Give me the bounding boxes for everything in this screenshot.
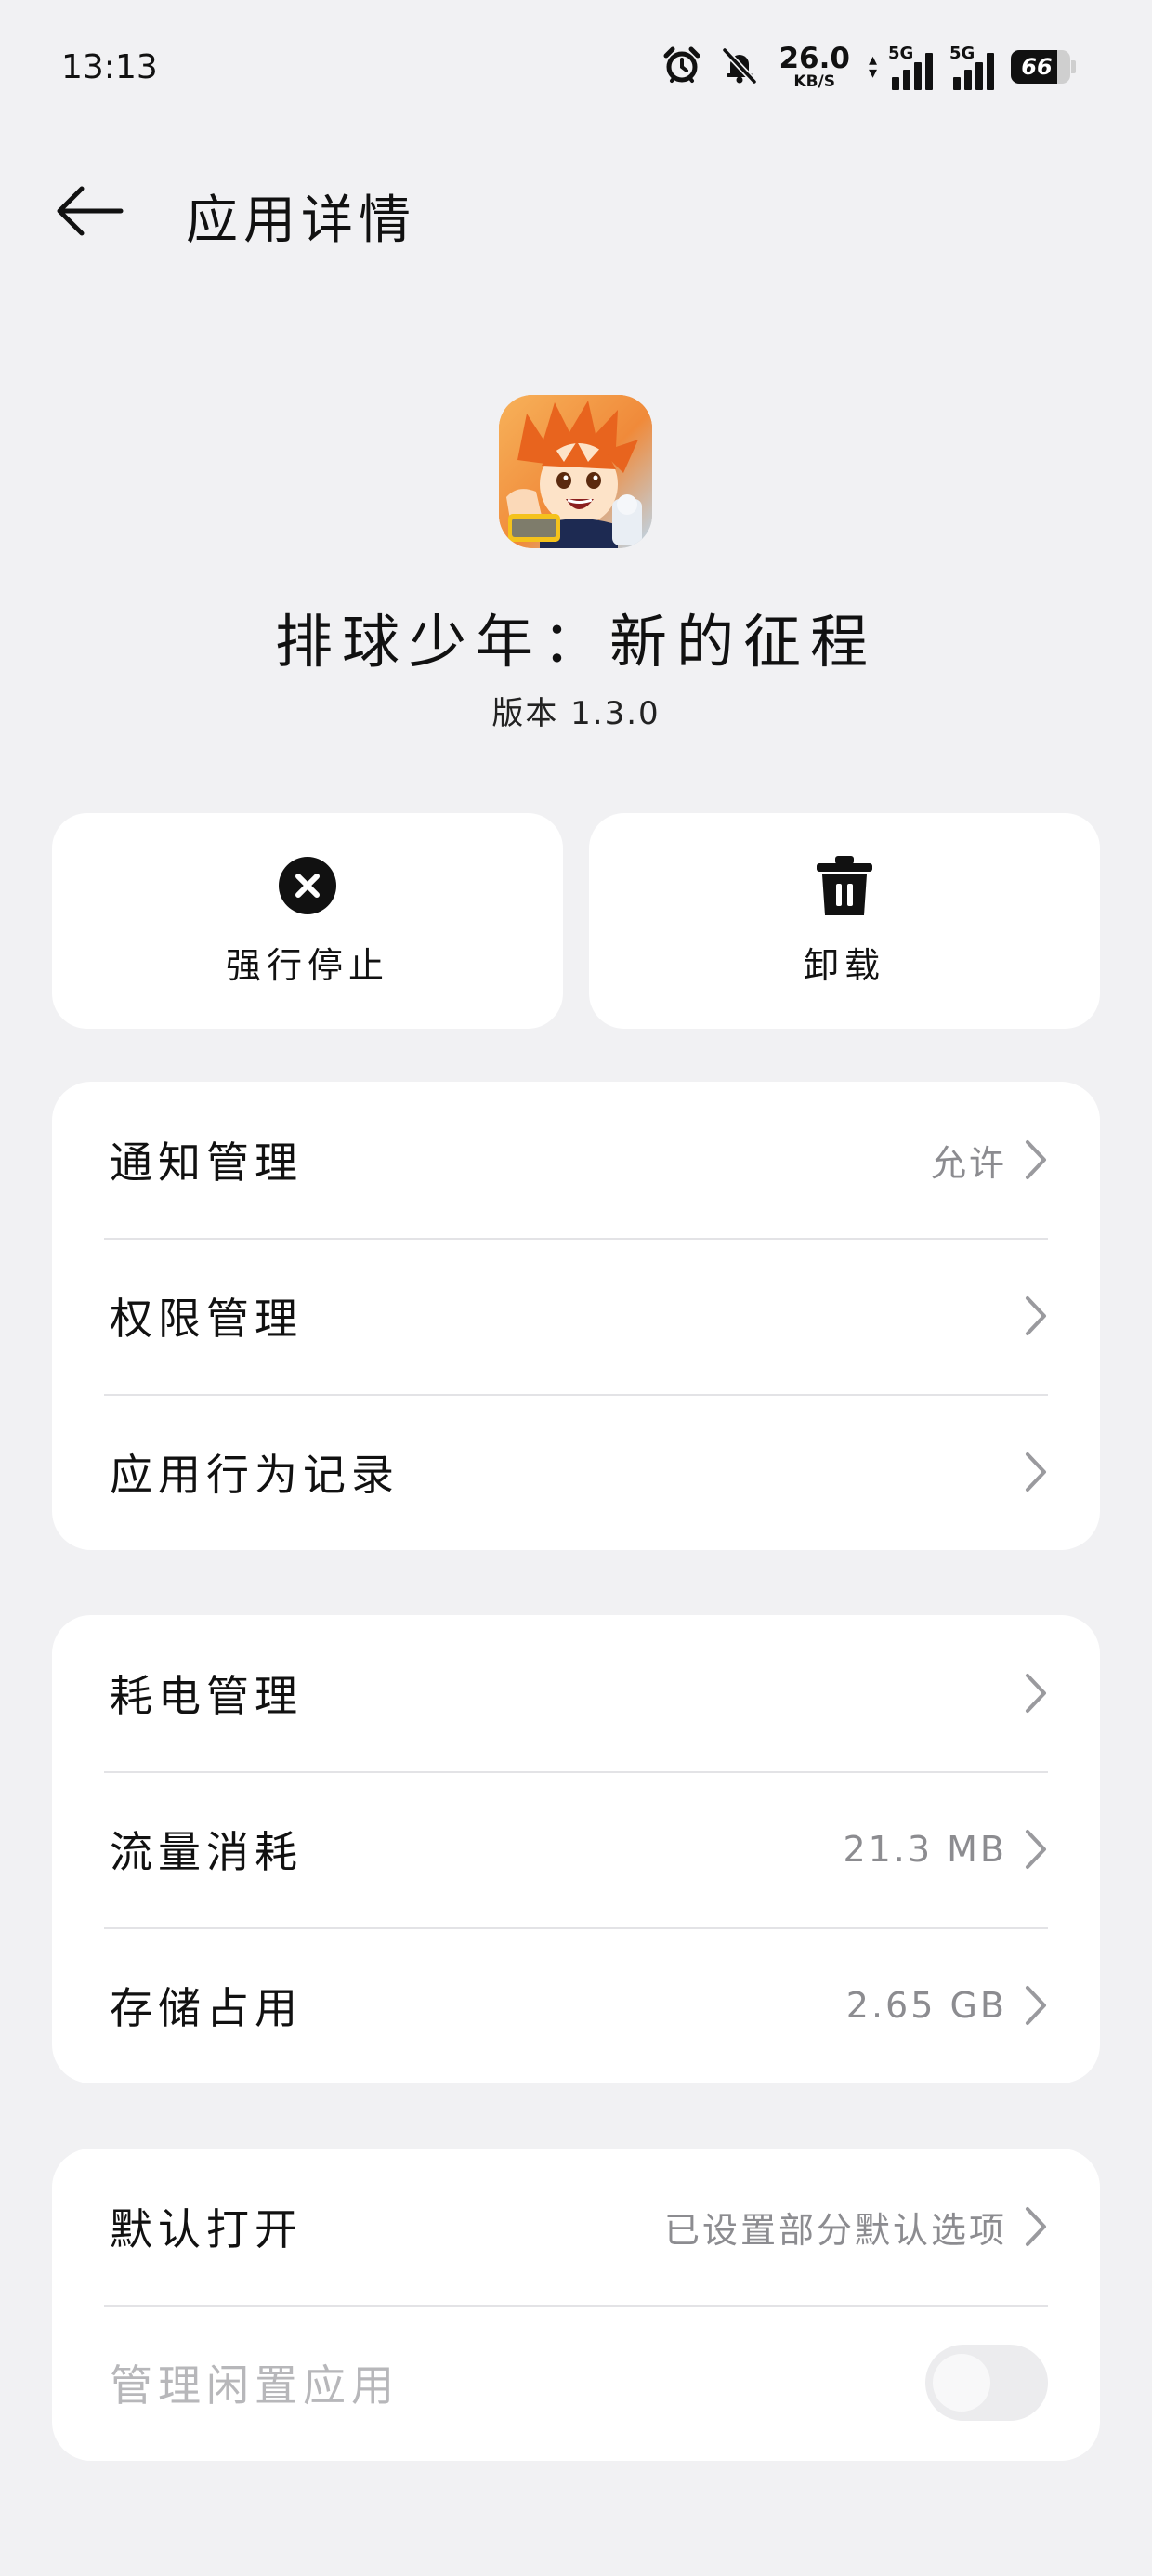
uninstall-button[interactable]: 卸载 — [589, 813, 1100, 1029]
data-usage-row[interactable]: 流量消耗 21.3 MB — [52, 1771, 1100, 1927]
chevron-right-icon — [1022, 1449, 1050, 1495]
chevron-right-icon — [1022, 2203, 1050, 2250]
sim1-network-tag: 5G — [888, 44, 914, 63]
app-behavior-log-row[interactable]: 应用行为记录 — [52, 1394, 1100, 1550]
row-label: 管理闲置应用 — [110, 2360, 399, 2411]
app-icon — [499, 395, 652, 548]
header: 应用详情 — [0, 158, 1152, 269]
storage-usage-row[interactable]: 存储占用 2.65 GB — [52, 1927, 1100, 2083]
manage-idle-app-row: 管理闲置应用 — [52, 2305, 1100, 2461]
chevron-right-icon — [1022, 1137, 1050, 1183]
chevron-right-icon — [1022, 1670, 1050, 1716]
back-button[interactable] — [52, 180, 126, 245]
idle-app-toggle[interactable] — [925, 2345, 1048, 2421]
net-speed-value: 26.0 — [779, 41, 850, 75]
close-circle-icon — [277, 855, 338, 916]
net-speed-unit: KB/S — [793, 72, 835, 91]
row-label: 流量消耗 — [110, 1827, 303, 1877]
net-speed: 26.0 KB/S — [779, 41, 850, 91]
mute-bell-icon — [719, 45, 760, 89]
battery-management-row[interactable]: 耗电管理 — [52, 1615, 1100, 1771]
row-label: 默认打开 — [110, 2204, 303, 2254]
chevron-right-icon — [1022, 1293, 1050, 1339]
status-icons: 26.0 KB/S ▴ ▾ 5G 5G 66 — [661, 39, 1078, 95]
trash-icon — [814, 855, 875, 916]
settings-group-2: 耗电管理 流量消耗 21.3 MB 存储占用 2.65 GB — [52, 1615, 1100, 2083]
status-bar: 13:13 26.0 KB/S ▴ ▾ 5G 5G 66 — [0, 0, 1152, 139]
row-value: 21.3 MB — [843, 1829, 1007, 1870]
chevron-right-icon — [1022, 1826, 1050, 1873]
toggle-knob — [933, 2354, 990, 2412]
row-value: 允许 — [930, 1142, 1007, 1184]
page-title: 应用详情 — [186, 191, 416, 251]
settings-group-3: 默认打开 已设置部分默认选项 管理闲置应用 — [52, 2149, 1100, 2461]
sim2-network-tag: 5G — [949, 44, 975, 63]
row-label: 权限管理 — [110, 1294, 303, 1344]
back-arrow-icon — [54, 183, 124, 243]
row-label: 通知管理 — [110, 1137, 303, 1188]
row-label: 存储占用 — [110, 1983, 303, 2033]
notification-management-row[interactable]: 通知管理 允许 — [52, 1082, 1100, 1238]
chevron-right-icon — [1022, 1982, 1050, 2029]
data-arrows-icon: ▴ ▾ — [868, 50, 877, 83]
row-label: 耗电管理 — [110, 1671, 303, 1721]
signal-icon-sim1: 5G — [888, 44, 933, 90]
status-time: 13:13 — [61, 48, 158, 86]
row-value: 2.65 GB — [845, 1985, 1007, 2026]
force-stop-button[interactable]: 强行停止 — [52, 813, 563, 1029]
app-name: 排球少年：新的征程 — [274, 608, 877, 676]
force-stop-label: 强行停止 — [225, 944, 389, 986]
settings-group-1: 通知管理 允许 权限管理 应用行为记录 — [52, 1082, 1100, 1550]
permission-management-row[interactable]: 权限管理 — [52, 1238, 1100, 1394]
uninstall-label: 卸载 — [803, 944, 885, 986]
battery-level: 66 — [1021, 54, 1053, 80]
default-open-row[interactable]: 默认打开 已设置部分默认选项 — [52, 2149, 1100, 2305]
row-label: 应用行为记录 — [110, 1450, 399, 1500]
row-value: 已设置部分默认选项 — [663, 2209, 1007, 2251]
app-version: 版本 1.3.0 — [491, 695, 661, 732]
alarm-icon — [661, 45, 702, 89]
signal-icon-sim2: 5G — [949, 44, 994, 90]
battery-icon: 66 — [1011, 49, 1078, 85]
